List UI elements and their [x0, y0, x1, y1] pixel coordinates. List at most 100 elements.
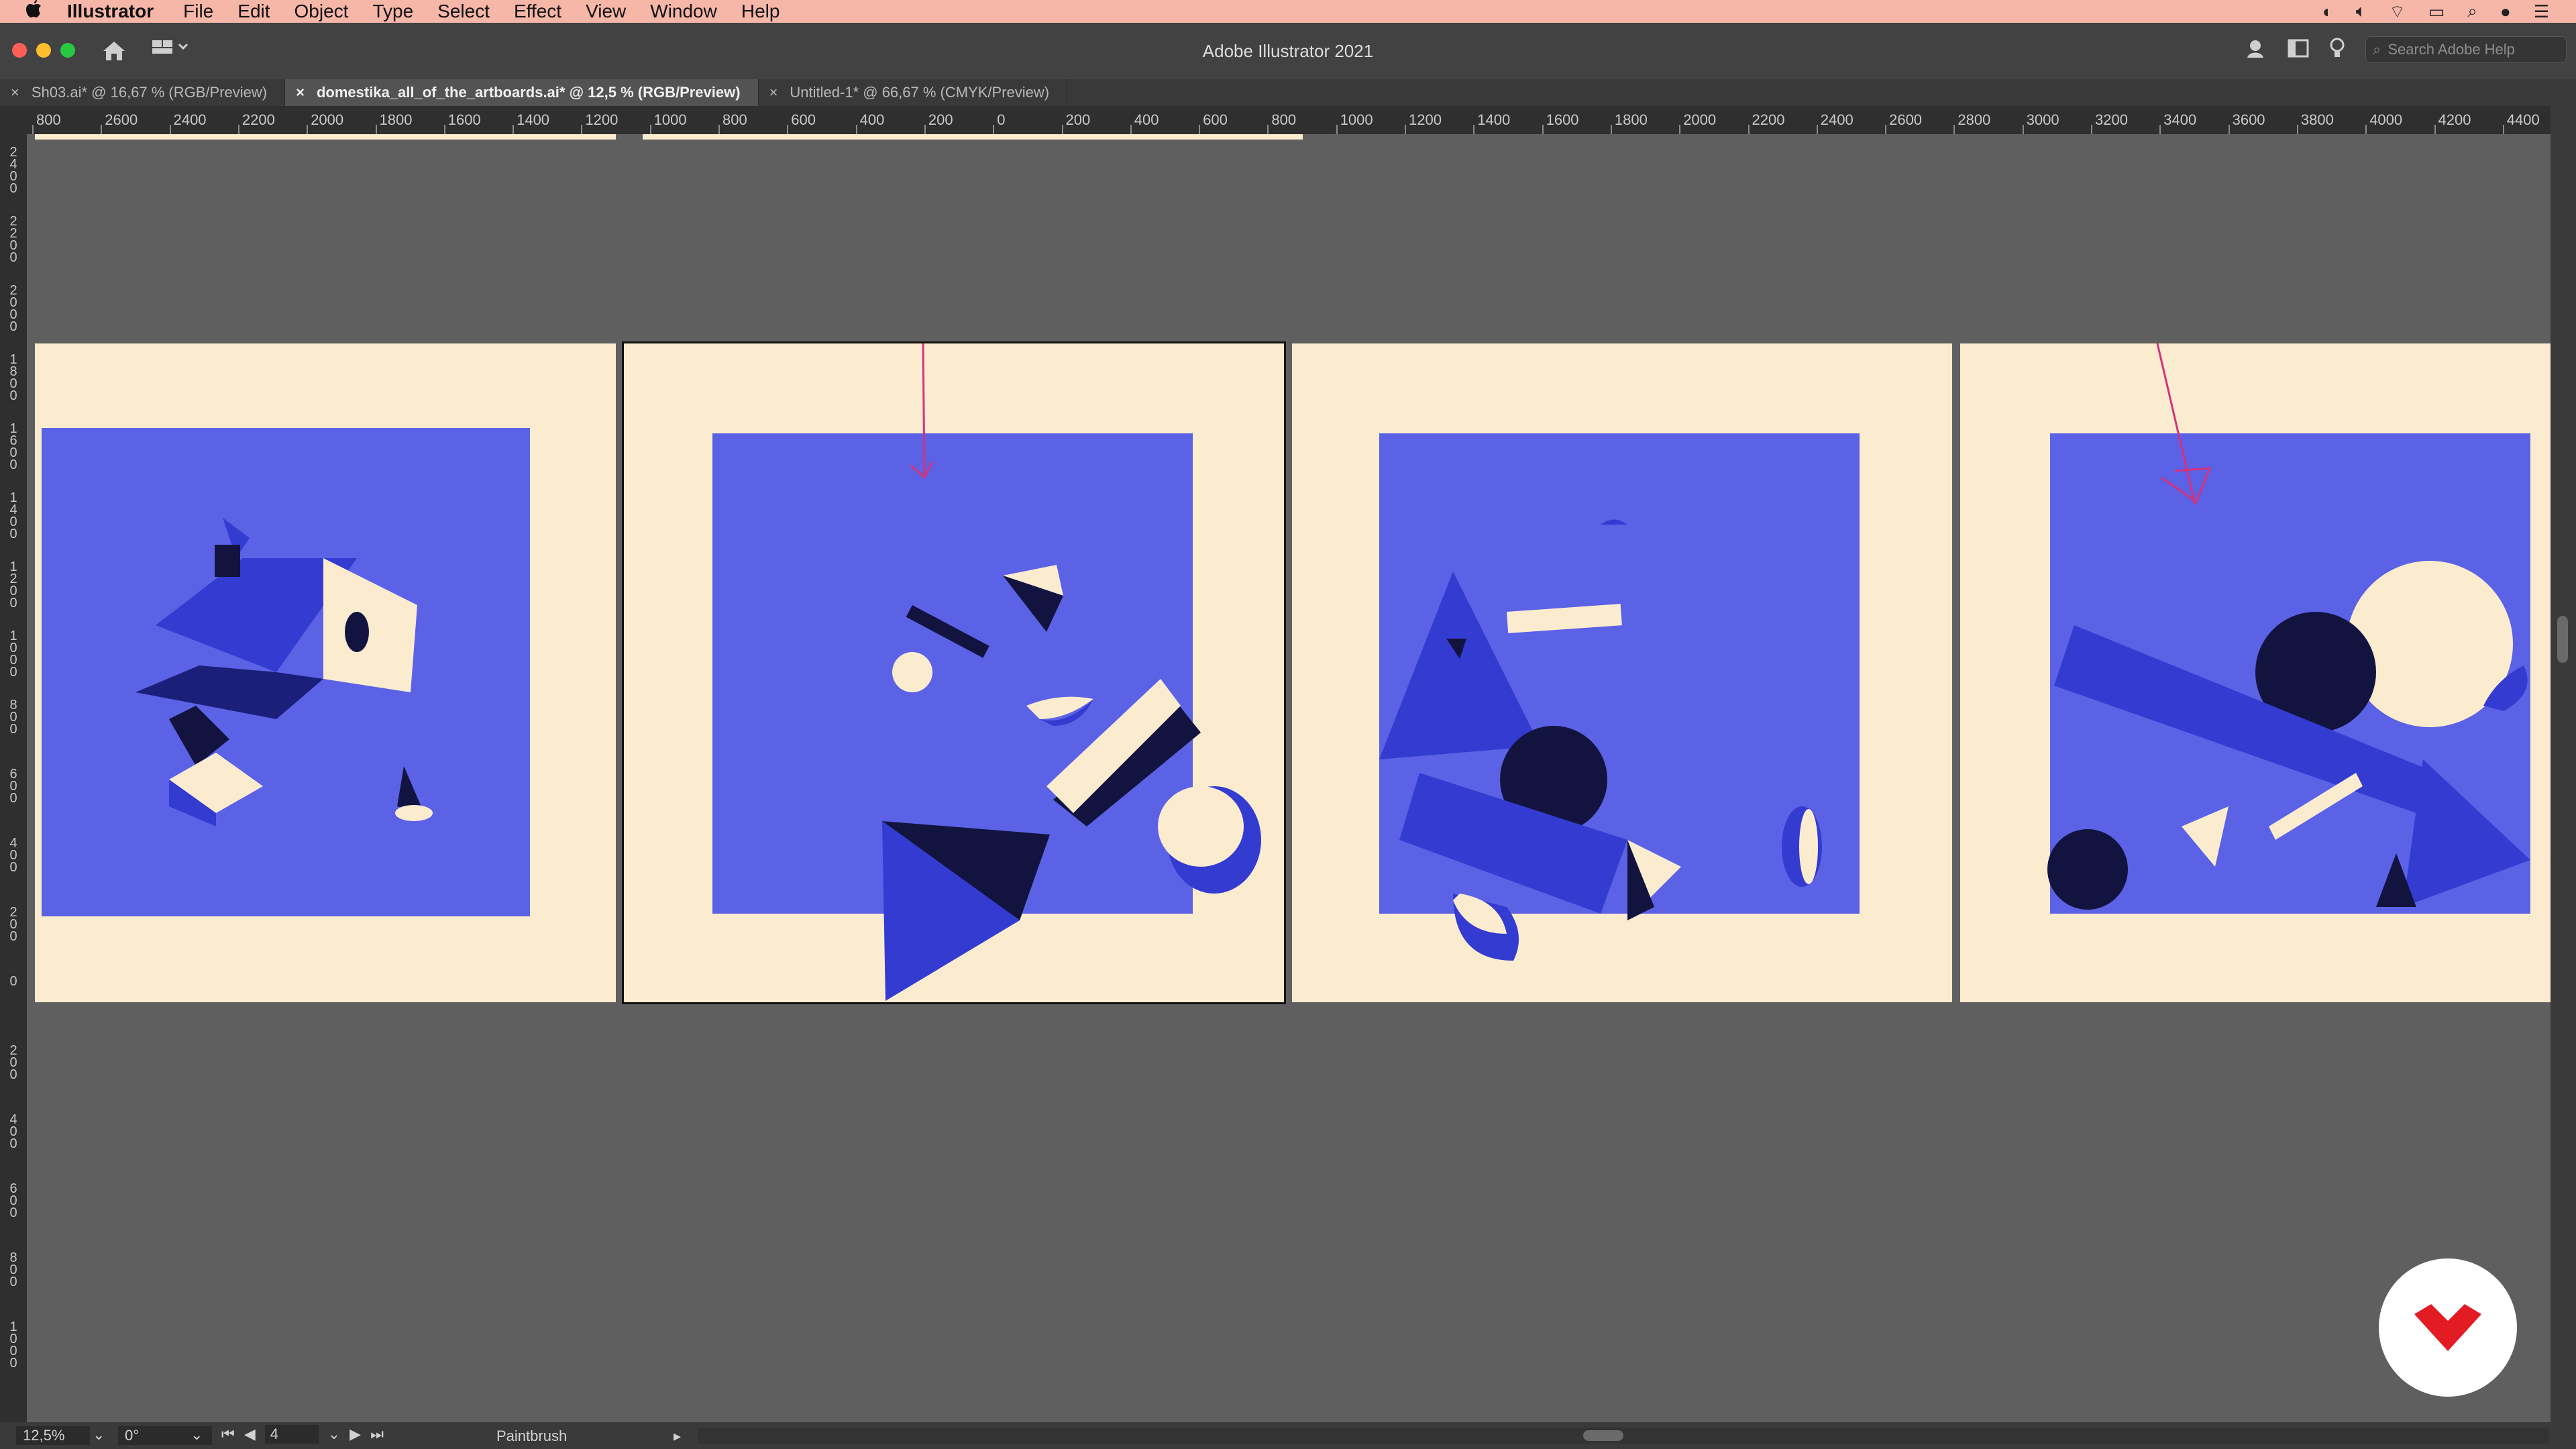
ruler-tick-mark: [513, 125, 515, 134]
ruler-tick-label: 1000: [9, 1320, 17, 1371]
ruler-tick-mark: [1679, 125, 1681, 134]
menu-help[interactable]: Help: [741, 1, 780, 22]
zoom-level-field[interactable]: 12,5%: [16, 1426, 90, 1445]
ruler-tick-mark: [101, 125, 103, 134]
next-artboard-icon[interactable]: ▶: [350, 1426, 361, 1443]
ruler-tick-mark: [1473, 125, 1475, 134]
vertical-ruler[interactable]: 2400 2200 2000 1800 1600 1400 1200 1000 800 600 40…: [0, 106, 27, 1422]
ruler-tick-mark: [855, 125, 857, 134]
ruler-tick-mark: [649, 125, 651, 134]
artboard-dropdown-icon[interactable]: ⌄: [328, 1426, 340, 1443]
ruler-tick-mark: [2159, 125, 2161, 134]
ruler-tick-label: 1000: [9, 629, 17, 680]
share-icon[interactable]: [2246, 38, 2267, 62]
ruler-tick-label: 2600: [105, 111, 138, 128]
ruler-tick-mark: [1336, 125, 1338, 134]
menu-select[interactable]: Select: [437, 1, 490, 22]
ruler-tick-label: 1600: [9, 421, 17, 472]
horizontal-scrollbar[interactable]: [698, 1428, 2549, 1444]
search-icon: ⌕: [2373, 41, 2381, 58]
ruler-tick-label: 3600: [2232, 111, 2265, 128]
ruler-tick-mark: [2091, 125, 2092, 134]
ruler-tick-mark: [169, 125, 171, 134]
artboard-2-illustration: [712, 343, 1261, 1001]
artboard-navigator: ⏮ ◀ 4 ⌄ ▶ ⏭: [221, 1425, 384, 1444]
volume-icon[interactable]: 🔈︎: [2356, 1, 2367, 22]
spotlight-search-icon[interactable]: ⌕: [2467, 1, 2477, 22]
ruler-tick-label: 600: [1203, 111, 1228, 128]
ruler-tick-mark: [924, 125, 926, 134]
tab-untitled-1[interactable]: × Untitled-1* @ 66,67 % (CMYK/Preview): [759, 79, 1068, 106]
artboard-4[interactable]: [1960, 343, 2551, 1002]
ruler-tick-label: 4200: [2438, 111, 2471, 128]
ruler-tick-mark: [32, 125, 34, 134]
ruler-tick-label: 2000: [9, 283, 17, 334]
ruler-tick-mark: [1199, 125, 1201, 134]
rotation-dropdown-icon[interactable]: ⌄: [191, 1426, 203, 1444]
ruler-tick-label: 400: [859, 111, 885, 128]
ruler-tick-mark: [307, 125, 309, 134]
ruler-tick-label: 1000: [653, 111, 687, 128]
last-artboard-icon[interactable]: ⏭: [370, 1426, 384, 1443]
ruler-tick-label: 600: [9, 1181, 17, 1220]
ruler-tick-label: 1600: [447, 111, 481, 128]
tab-sh03[interactable]: × Sh03.ai* @ 16,67 % (RGB/Preview): [0, 79, 286, 106]
menu-type[interactable]: Type: [372, 1, 413, 22]
domestika-heart-icon: [2414, 1304, 2481, 1351]
siri-icon[interactable]: ●: [2500, 1, 2511, 22]
artboard-3[interactable]: [1292, 343, 1952, 1002]
first-artboard-icon[interactable]: ⏮: [221, 1426, 235, 1443]
airplay-icon[interactable]: ▭: [2428, 1, 2445, 22]
artboard-number-field[interactable]: 4: [264, 1425, 319, 1444]
artboard-2[interactable]: [622, 341, 1286, 1004]
close-tab-icon[interactable]: ×: [11, 84, 19, 101]
vertical-scrollbar[interactable]: [2551, 106, 2576, 1422]
menu-effect[interactable]: Effect: [514, 1, 561, 22]
ruler-tick-label: 200: [9, 1043, 17, 1082]
wifi-icon[interactable]: ⌔: [2389, 1, 2405, 23]
menu-window[interactable]: Window: [650, 1, 717, 22]
status-bar: 12,5% ⌄ 0° ⌄ ⏮ ◀ 4 ⌄ ▶ ⏭ Paintbrush ▸: [0, 1422, 2576, 1449]
menu-file[interactable]: File: [183, 1, 213, 22]
ruler-tick-label: 2200: [241, 111, 275, 128]
tab-domestika-artboards[interactable]: × domestika_all_of_the_artboards.ai* @ 12…: [285, 79, 759, 106]
menu-app-name[interactable]: Illustrator: [67, 1, 154, 22]
ruler-tick-label: 600: [9, 767, 17, 806]
creative-cloud-icon[interactable]: ◐: [2322, 1, 2333, 22]
window-title: Adobe Illustrator 2021: [1202, 41, 1374, 61]
arrange-documents-icon[interactable]: [2288, 39, 2309, 61]
previous-artboard-icon[interactable]: ◀: [244, 1426, 256, 1443]
menu-bar: Illustrator File Edit Object Type Select…: [0, 0, 2576, 23]
ruler-tick-label: 800: [36, 111, 61, 128]
status-menu-icon[interactable]: ▸: [674, 1428, 681, 1445]
ruler-tick-label: 600: [791, 111, 816, 128]
close-tab-icon[interactable]: ×: [296, 84, 305, 101]
vertical-scroll-thumb[interactable]: [2557, 616, 2568, 663]
ruler-tick-label: 200: [1065, 111, 1091, 128]
artboard-1[interactable]: [35, 343, 616, 1002]
search-adobe-help-field[interactable]: ⌕ Search Adobe Help: [2365, 36, 2567, 63]
control-center-icon[interactable]: ☰: [2534, 1, 2549, 22]
ruler-tick-label: 0: [9, 974, 17, 989]
horizontal-scroll-thumb[interactable]: [1583, 1430, 1623, 1441]
canvas[interactable]: [27, 134, 2551, 1422]
ruler-tick-label: 800: [9, 698, 17, 737]
menu-view[interactable]: View: [586, 1, 626, 22]
ruler-tick-label: 4000: [2369, 111, 2403, 128]
menu-object[interactable]: Object: [294, 1, 349, 22]
ruler-tick-label: 3200: [2095, 111, 2128, 128]
close-tab-icon[interactable]: ×: [769, 84, 778, 101]
ruler-tick-label: 1800: [379, 111, 413, 128]
domestika-logo: [2379, 1258, 2517, 1397]
zoom-value: 12,5%: [23, 1427, 65, 1444]
zoom-dropdown-icon[interactable]: ⌄: [93, 1426, 105, 1444]
apple-icon[interactable]: [0, 0, 67, 24]
horizontal-ruler[interactable]: 800 2600 2400 2200 2000 1800 1600 1400 1200 1000 8…: [27, 106, 2576, 134]
ruler-tick-mark: [2434, 125, 2436, 134]
lightbulb-icon[interactable]: [2329, 37, 2345, 63]
menu-edit[interactable]: Edit: [237, 1, 270, 22]
ruler-tick-label: 2000: [1683, 111, 1717, 128]
window-title-bar: Adobe Illustrator 2021 ⌕ Search Adobe He…: [0, 23, 2576, 79]
rotation-value: 0°: [125, 1427, 140, 1444]
ruler-tick-label: 400: [9, 836, 17, 875]
